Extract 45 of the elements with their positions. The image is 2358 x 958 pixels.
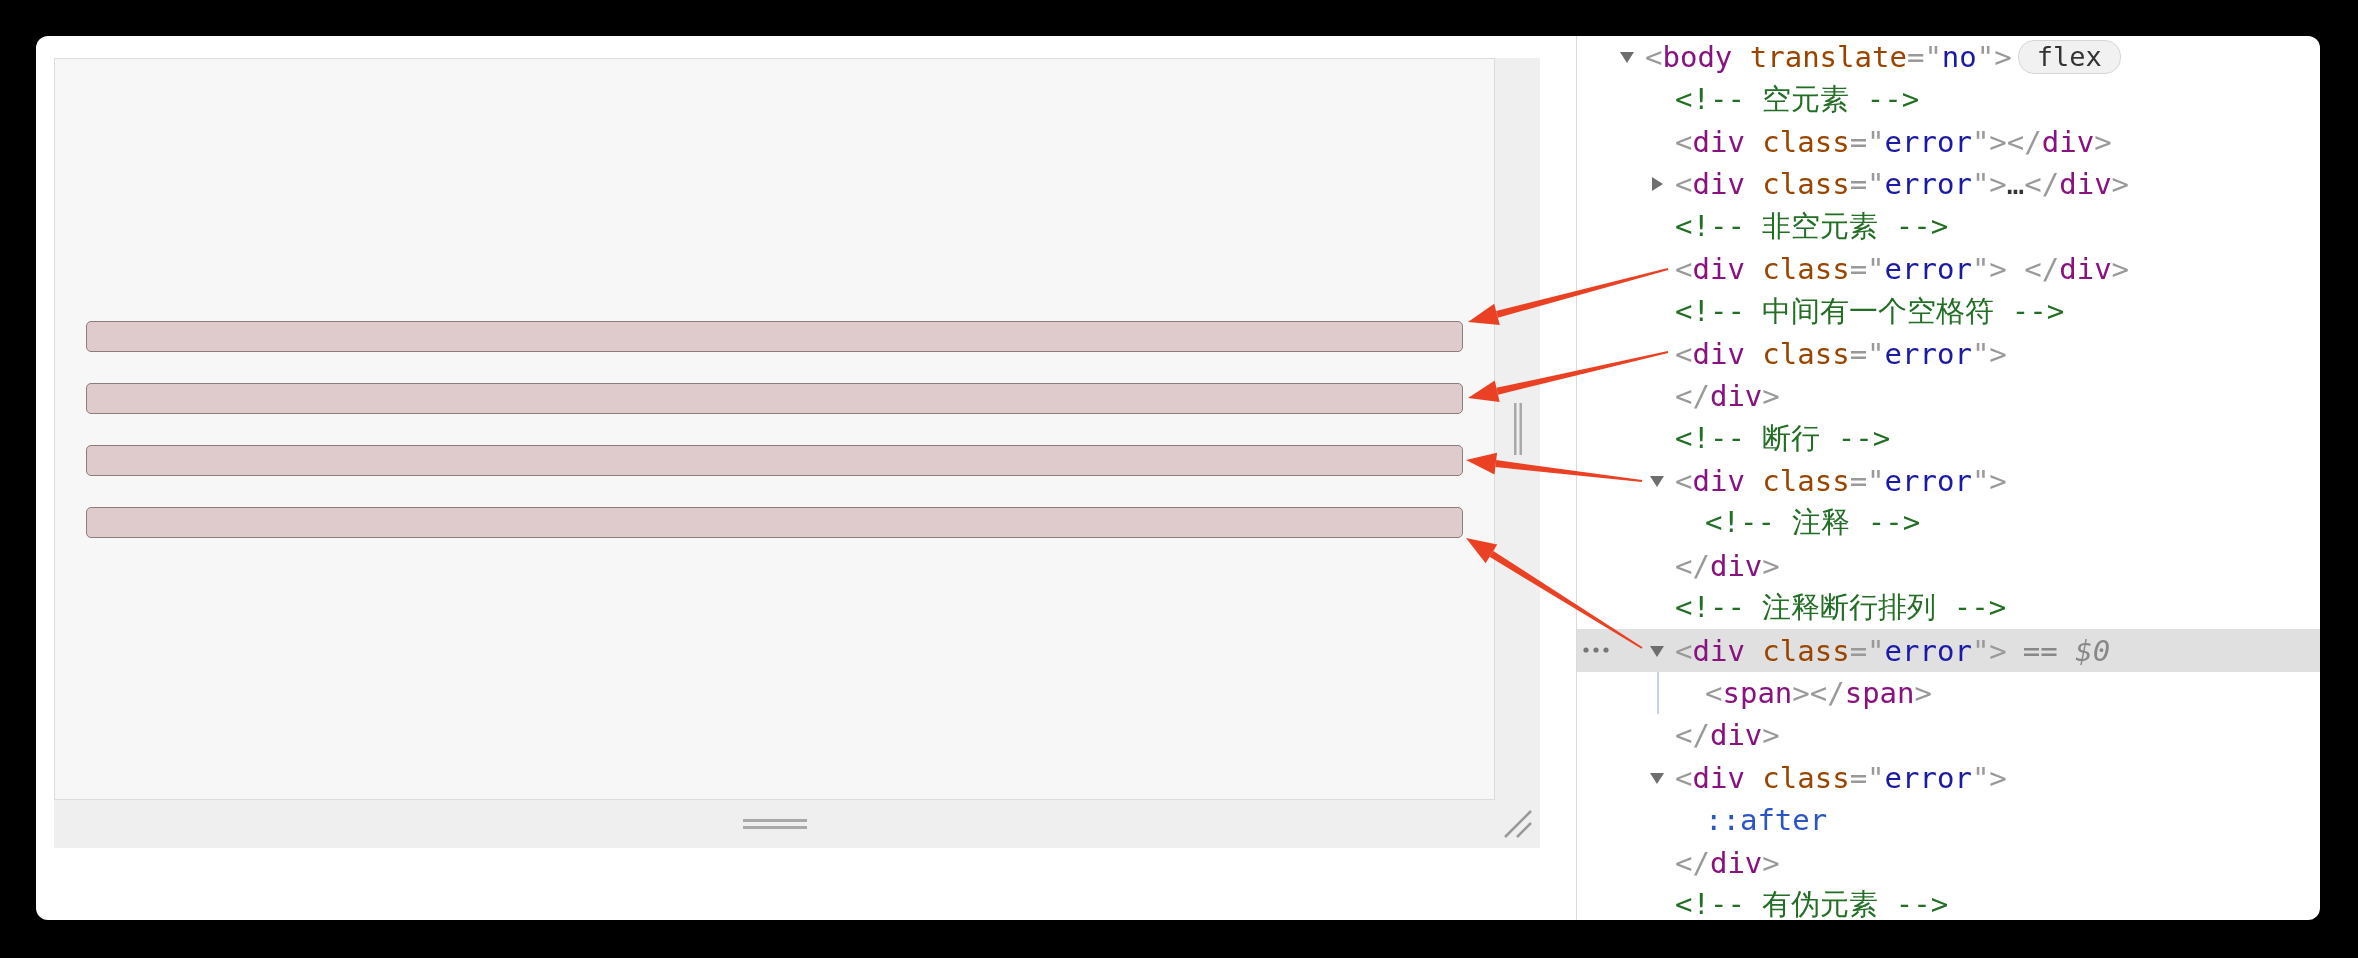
- tree-row[interactable]: <!-- 断行 -->: [1577, 417, 2320, 460]
- tag-text: <div class="error"></div>: [1675, 124, 2112, 159]
- tree-row[interactable]: <!-- 注释断行排列 -->: [1577, 587, 2320, 630]
- tag-text: </div>: [1675, 845, 1780, 880]
- tree-row[interactable]: <body translate="no"> flex: [1577, 36, 2320, 79]
- tree-row[interactable]: <div class="error">: [1577, 332, 2320, 376]
- tree-row[interactable]: <div class="error">: [1577, 459, 2320, 503]
- tag-text: </div>: [1675, 718, 1780, 753]
- console-reference: == $0: [2022, 633, 2111, 668]
- comment-text: <!-- 有伪元素 -->: [1675, 886, 1949, 920]
- tag-text: </div>: [1675, 548, 1780, 583]
- resize-corner-icon[interactable]: [1502, 809, 1533, 839]
- comment-text: <!-- 注释 -->: [1705, 504, 1921, 542]
- flex-badge[interactable]: flex: [2017, 40, 2121, 75]
- tag-text: <div class="error">: [1675, 633, 2007, 668]
- tag-text: <body translate="no">: [1645, 40, 2012, 75]
- collapse-triangle-icon[interactable]: [1649, 176, 1665, 193]
- ellipsis-icon[interactable]: [1583, 647, 1609, 654]
- comment-text: <!-- 非空元素 -->: [1675, 207, 1949, 245]
- comment-text: <!-- 空元素 -->: [1675, 80, 1920, 118]
- tree-row[interactable]: <!-- 有伪元素 -->: [1577, 883, 2320, 920]
- tree-row[interactable]: <div class="error"></div>: [1577, 120, 2320, 164]
- tag-text: <div class="error">…</div>: [1675, 167, 2130, 202]
- tree-row[interactable]: <!-- 空元素 -->: [1577, 78, 2320, 121]
- comment-text: <!-- 断行 -->: [1675, 419, 1891, 457]
- tree-row[interactable]: <div class="error">…</div>: [1577, 163, 2320, 206]
- tag-text: <div class="error">: [1675, 464, 2007, 499]
- comment-text: <!-- 中间有一个空格符 -->: [1675, 292, 2065, 330]
- tree-row[interactable]: <!-- 非空元素 -->: [1577, 205, 2320, 248]
- tree-row[interactable]: <!-- 中间有一个空格符 -->: [1577, 290, 2320, 333]
- tag-text: <span></span>: [1705, 676, 1932, 711]
- tag-text: <div class="error">: [1675, 336, 2007, 371]
- tree-row[interactable]: <div class="error">: [1577, 756, 2320, 800]
- resize-handle-icon[interactable]: [742, 818, 807, 830]
- tree-row[interactable]: <div class="error"> == $0: [1577, 629, 2320, 672]
- resize-handle-icon[interactable]: [1512, 403, 1523, 455]
- pseudo-element-text: ::after: [1705, 803, 1828, 838]
- tag-text: <div class="error"> </div>: [1675, 252, 2130, 287]
- tree-row[interactable]: <span></span>: [1577, 671, 2320, 715]
- tree-row[interactable]: ::after: [1577, 799, 2320, 842]
- comment-text: <!-- 注释断行排列 -->: [1675, 589, 2007, 627]
- tree-row[interactable]: <!-- 注释 -->: [1577, 502, 2320, 545]
- tag-text: <div class="error">: [1675, 760, 2007, 795]
- tag-text: </div>: [1675, 379, 1780, 414]
- tree-row[interactable]: <div class="error"> </div>: [1577, 247, 2320, 291]
